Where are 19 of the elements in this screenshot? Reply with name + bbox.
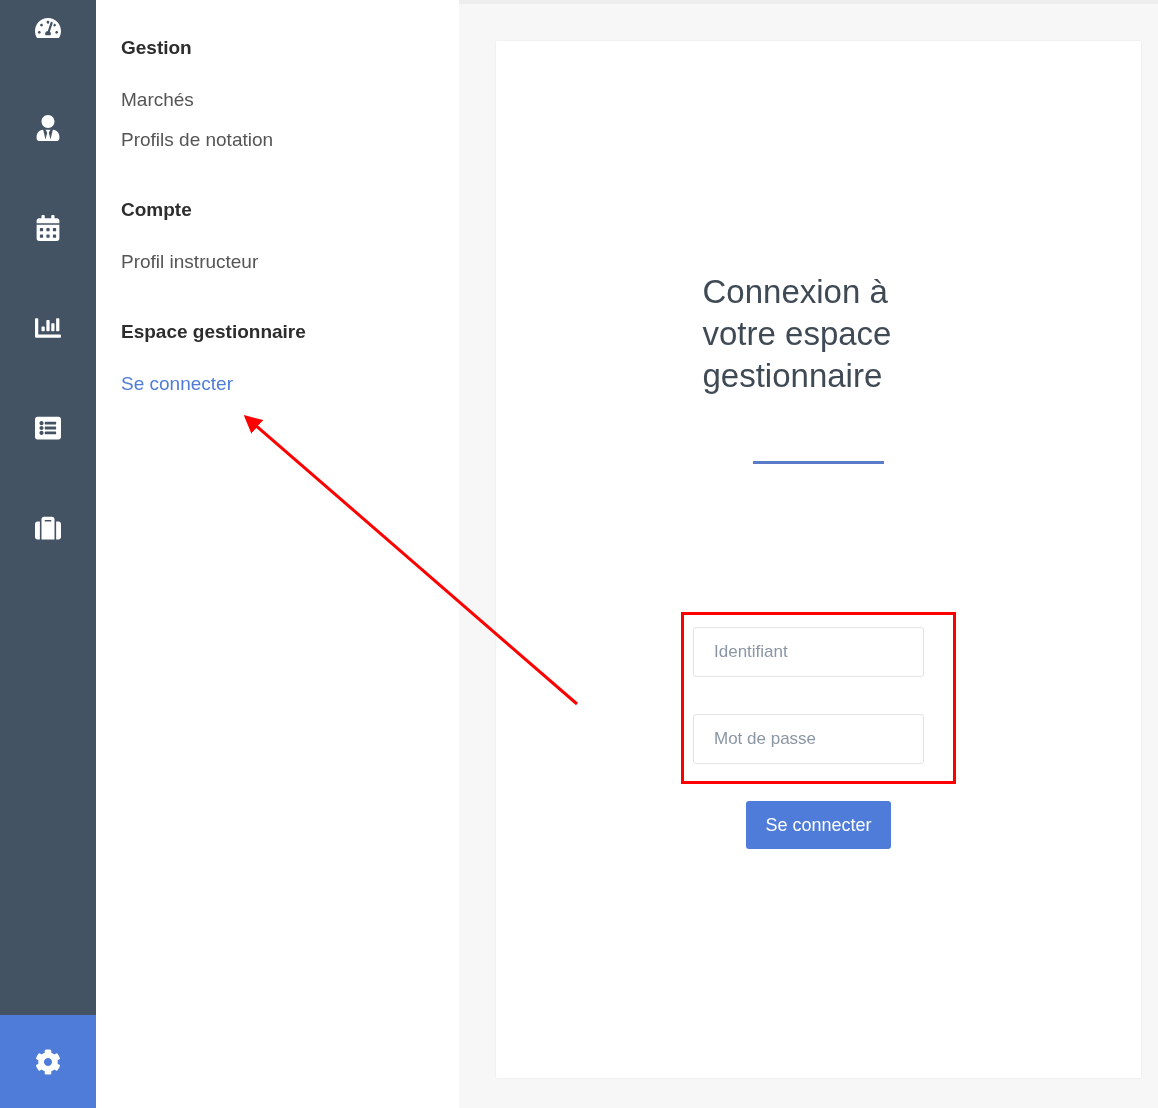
menu-link[interactable]: Profil instructeur [121,250,459,274]
menu-link[interactable]: Marchés [121,88,459,112]
settings-icon [35,1048,61,1075]
menu-heading: Compte [121,198,193,222]
gauge-icon [35,15,61,41]
menu-link[interactable]: Profils de notation [121,128,459,152]
suitcase-icon [35,515,61,541]
login-title: Connexion à votre espace gestionnaire [702,272,893,396]
menu-heading: Gestion [121,36,193,60]
login-button[interactable]: Se connecter [746,801,891,849]
rail-item[interactable] [0,1015,96,1108]
menu-heading: Espace gestionnaire [121,320,307,344]
bar-chart-icon [35,315,61,341]
input-field[interactable]: Mot de passe [693,714,924,764]
input-field[interactable]: Identifiant [693,627,924,677]
list-icon [35,415,61,441]
person-icon [35,115,61,141]
calendar-icon [35,215,61,241]
menu-link[interactable]: Se connecter [121,372,459,396]
